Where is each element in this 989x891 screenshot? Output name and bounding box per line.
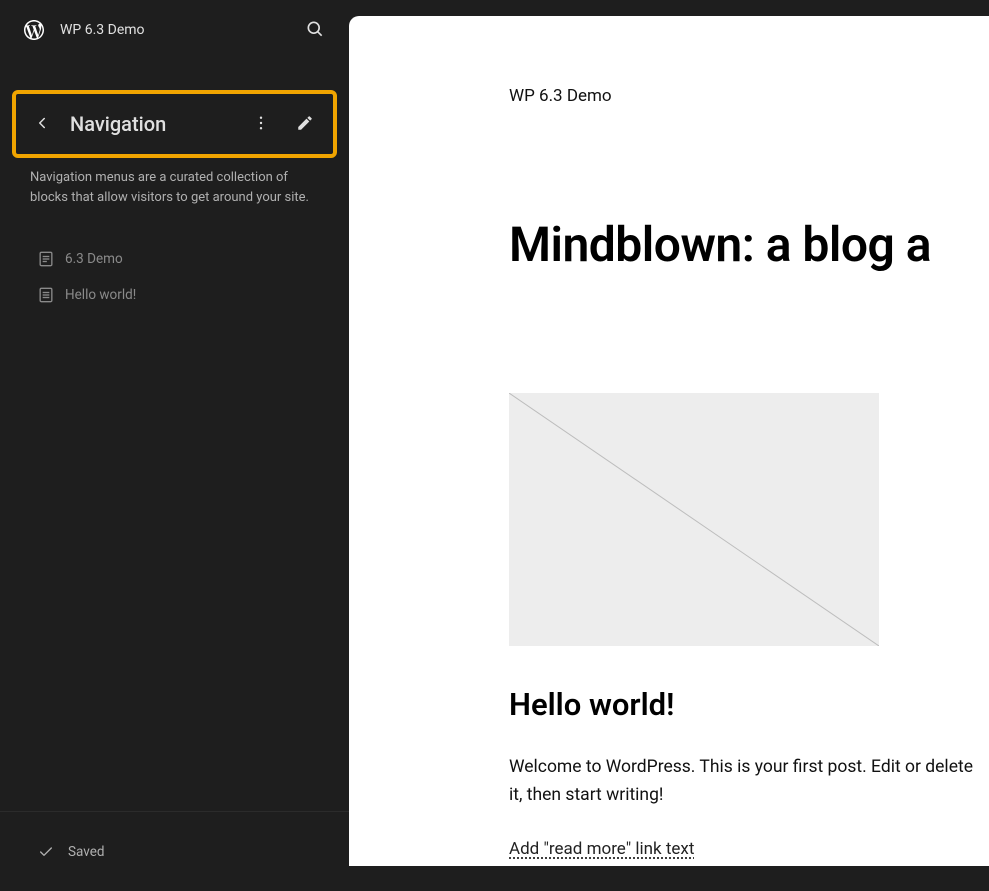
- edit-button[interactable]: [287, 106, 323, 142]
- post-icon: [36, 285, 56, 305]
- sidebar-footer: Saved: [0, 811, 349, 891]
- site-title: WP 6.3 Demo: [60, 22, 283, 38]
- canvas-page-heading[interactable]: Mindblown: a blog a: [509, 216, 989, 273]
- saved-status-label: Saved: [68, 844, 105, 860]
- chevron-left-icon: [33, 114, 51, 135]
- nav-item[interactable]: Hello world!: [10, 277, 339, 313]
- editor-canvas-wrap: WP 6.3 Demo Mindblown: a blog a Hello wo…: [349, 0, 989, 891]
- nav-item[interactable]: 6.3 Demo: [10, 241, 339, 277]
- more-options-button[interactable]: [243, 106, 279, 142]
- back-button[interactable]: [26, 108, 58, 140]
- search-button[interactable]: [297, 12, 333, 48]
- sidebar: WP 6.3 Demo Navigation: [0, 0, 349, 891]
- sidebar-top-bar: WP 6.3 Demo: [0, 0, 349, 60]
- editor-canvas[interactable]: WP 6.3 Demo Mindblown: a blog a Hello wo…: [349, 16, 989, 866]
- navigation-items-list: 6.3 Demo Hello world!: [0, 207, 349, 313]
- canvas-site-title[interactable]: WP 6.3 Demo: [509, 86, 989, 106]
- wordpress-logo-icon[interactable]: [22, 18, 46, 42]
- image-placeholder[interactable]: [509, 393, 879, 646]
- canvas-post-title[interactable]: Hello world!: [509, 686, 989, 723]
- panel-description: Navigation menus are a curated collectio…: [0, 158, 349, 207]
- more-vertical-icon: [252, 114, 270, 135]
- panel-title: Navigation: [66, 112, 235, 136]
- check-icon: [38, 844, 54, 860]
- page-icon: [36, 249, 56, 269]
- panel-header-highlight: Navigation: [12, 90, 337, 158]
- read-more-placeholder[interactable]: Add "read more" link text: [509, 839, 694, 859]
- nav-item-label: Hello world!: [65, 287, 136, 303]
- canvas-post-body[interactable]: Welcome to WordPress. This is your first…: [509, 753, 989, 809]
- nav-item-label: 6.3 Demo: [65, 251, 123, 267]
- pencil-icon: [296, 114, 314, 135]
- search-icon: [305, 19, 325, 42]
- panel-header: Navigation: [20, 100, 329, 148]
